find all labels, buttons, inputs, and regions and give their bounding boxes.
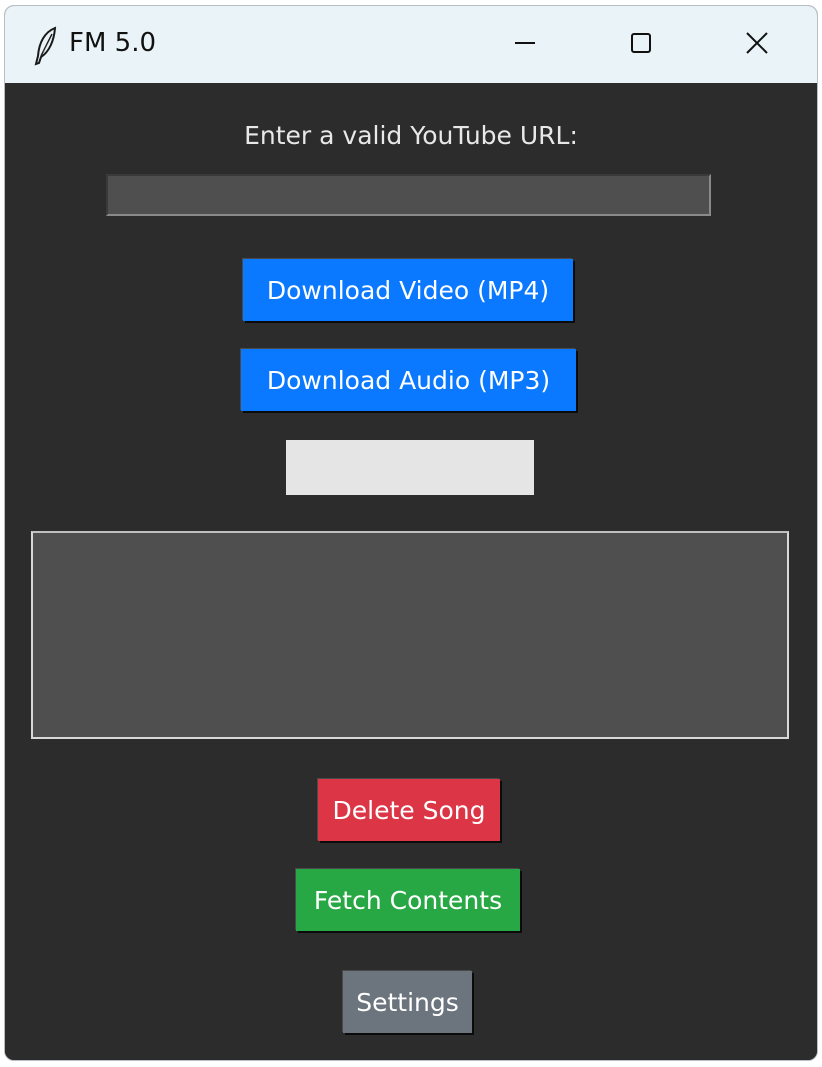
- download-audio-button[interactable]: Download Audio (MP3): [241, 349, 576, 411]
- status-label: [286, 440, 534, 495]
- youtube-url-input[interactable]: [106, 174, 711, 216]
- feather-icon: [33, 26, 59, 66]
- song-listbox[interactable]: [31, 531, 789, 739]
- url-prompt-label: Enter a valid YouTube URL:: [244, 121, 578, 150]
- maximize-button[interactable]: [583, 6, 699, 83]
- download-video-button[interactable]: Download Video (MP4): [243, 259, 573, 321]
- window-title: FM 5.0: [69, 28, 157, 58]
- app-window: FM 5.0 Enter a valid YouTube URL: Downlo…: [4, 5, 818, 1061]
- delete-song-button[interactable]: Delete Song: [318, 779, 500, 841]
- minimize-button[interactable]: [467, 6, 583, 83]
- settings-button[interactable]: Settings: [343, 971, 472, 1033]
- close-icon: [746, 31, 768, 58]
- close-button[interactable]: [699, 6, 815, 83]
- maximize-icon: [630, 32, 652, 58]
- minimize-icon: [514, 32, 536, 58]
- title-bar[interactable]: FM 5.0: [5, 6, 817, 83]
- main-panel: Enter a valid YouTube URL: Download Vide…: [5, 83, 817, 1060]
- fetch-contents-button[interactable]: Fetch Contents: [296, 869, 520, 931]
